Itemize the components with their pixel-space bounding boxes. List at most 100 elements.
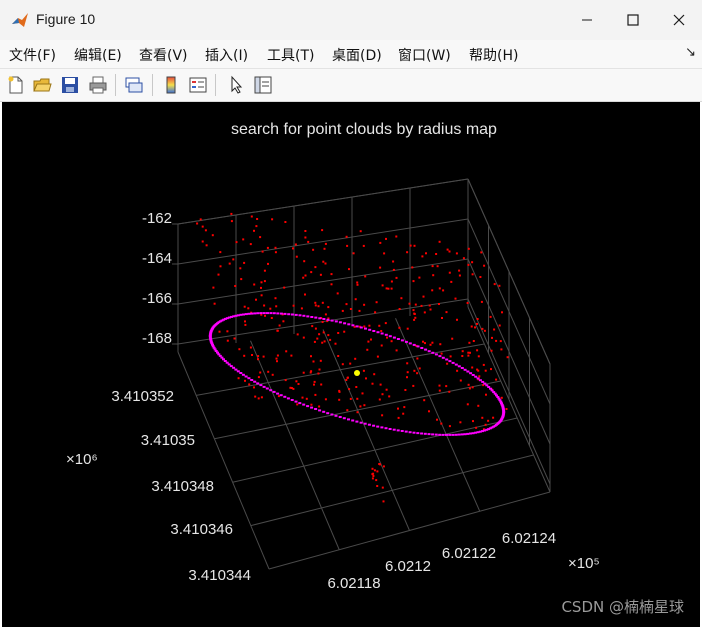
maximize-icon [627, 14, 639, 26]
cloud-point [330, 283, 333, 286]
cloud-point [226, 330, 229, 333]
cloud-point [483, 264, 486, 267]
cloud-point [255, 225, 258, 228]
pointer-button[interactable] [224, 73, 248, 97]
cloud-point [381, 414, 384, 417]
x-tick-label: 6.0212 [385, 558, 431, 575]
cloud-point [414, 303, 417, 306]
cloud-point [480, 251, 483, 254]
cloud-point [363, 404, 366, 407]
property-inspector-button[interactable] [251, 73, 275, 97]
cloud-point [337, 332, 340, 334]
cloud-point [284, 379, 287, 382]
cloud-point [359, 230, 362, 233]
close-button[interactable] [656, 0, 702, 40]
cloud-point [477, 404, 480, 407]
cloud-point [423, 399, 426, 402]
scatter-3d-plot[interactable]: search for point clouds by radius map -1… [2, 102, 700, 627]
cloud-point [312, 360, 315, 363]
open-file-button[interactable] [30, 73, 54, 97]
ring-point [392, 428, 396, 431]
cloud-point [441, 317, 443, 319]
cloud-point [466, 302, 469, 304]
cloud-point [256, 218, 259, 220]
cloud-point [356, 283, 359, 286]
cloud-point [317, 372, 320, 375]
menu-file[interactable]: 文件(F) [9, 45, 56, 65]
cloud-point [371, 382, 374, 385]
cloud-point [244, 320, 246, 323]
dock-arrow-icon[interactable]: ↘ [685, 45, 696, 60]
menu-edit[interactable]: 编辑(E) [74, 45, 122, 65]
colorbar-button[interactable] [159, 73, 183, 97]
cloud-point [311, 325, 314, 328]
ring-point [283, 312, 287, 315]
cloud-point [483, 329, 486, 332]
cloud-point [276, 360, 278, 363]
cloud-point [492, 416, 495, 419]
cloud-point [297, 383, 300, 385]
ring-point [463, 433, 467, 436]
new-figure-button[interactable] [4, 73, 28, 97]
ring-point [276, 392, 280, 395]
ring-point [250, 312, 254, 315]
ring-point [342, 417, 346, 420]
link-plot-button[interactable] [122, 73, 146, 97]
ring-point [322, 410, 326, 413]
cloud-point [381, 284, 384, 287]
legend-button[interactable] [186, 73, 210, 97]
ring-point [460, 367, 464, 369]
cloud-point [495, 339, 498, 342]
ring-point [384, 427, 388, 430]
cloud-point [275, 305, 278, 308]
ring-point [272, 312, 276, 315]
cloud-point [404, 389, 407, 391]
cloud-point [373, 373, 376, 376]
ring-point [259, 384, 263, 387]
menu-insert[interactable]: 插入(I) [205, 45, 248, 65]
cloud-point [418, 276, 421, 279]
cloud-point [398, 308, 401, 310]
cloud-point [213, 302, 216, 305]
ring-point [416, 345, 420, 348]
cloud-point [382, 465, 385, 468]
ring-point [434, 353, 438, 356]
cloud-point [413, 312, 416, 315]
cloud-point [484, 369, 487, 372]
ring-point [318, 317, 322, 320]
print-button[interactable] [86, 73, 110, 97]
cloud-point [501, 311, 503, 314]
ring-point [451, 361, 455, 364]
cloud-point [431, 341, 434, 344]
cloud-point [472, 340, 475, 342]
cloud-point [409, 244, 412, 247]
ring-point [262, 312, 266, 315]
cloud-point [345, 379, 348, 381]
menu-view[interactable]: 查看(V) [139, 45, 188, 65]
minimize-button[interactable] [564, 0, 610, 40]
cloud-point [321, 229, 324, 232]
ring-point [392, 336, 396, 339]
menu-tools[interactable]: 工具(T) [267, 45, 314, 65]
figure-canvas[interactable]: search for point clouds by radius map -1… [2, 102, 700, 627]
legend-icon [189, 77, 207, 93]
cloud-point [429, 308, 432, 311]
maximize-button[interactable] [610, 0, 656, 40]
cloud-point [470, 325, 473, 328]
menu-window[interactable]: 窗口(W) [398, 45, 451, 65]
ring-point [330, 413, 334, 416]
ring-point [454, 363, 458, 366]
menu-desktop[interactable]: 桌面(D) [332, 45, 382, 65]
cloud-point [267, 262, 269, 265]
ring-point [372, 330, 376, 332]
cloud-point [462, 257, 465, 260]
cloud-point [442, 289, 445, 292]
cloud-point [324, 313, 327, 316]
cloud-point [385, 287, 388, 290]
ring-point [244, 375, 248, 378]
ring-point [269, 312, 273, 315]
menu-help[interactable]: 帮助(H) [469, 45, 518, 65]
ring-point [412, 343, 416, 346]
ring-point [457, 433, 461, 436]
save-button[interactable] [58, 73, 82, 97]
